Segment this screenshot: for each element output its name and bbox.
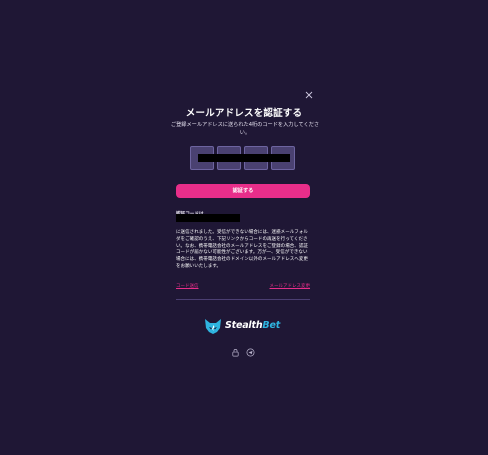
telegram-icon[interactable]: [246, 348, 255, 357]
modal-subtitle: ご登録メールアドレスに送られた4桁のコードを入力してください。: [170, 122, 320, 136]
fox-head-icon: [205, 319, 221, 334]
brand-name-part2: Bet: [262, 320, 281, 331]
close-icon: [305, 91, 313, 99]
verify-email-modal: メールアドレスを認証する ご登録メールアドレスに送られた4桁のコードを入力してく…: [168, 90, 320, 370]
brand-name: StealthBet: [225, 320, 280, 331]
verify-button[interactable]: 認証する: [176, 184, 310, 198]
code-input-group: [190, 146, 298, 170]
close-button[interactable]: [304, 90, 314, 100]
lock-icon[interactable]: [231, 348, 240, 357]
notice-text: に送信されました。受信ができない場合には、迷惑メールフォルダをご確認のうえ、下記…: [176, 230, 308, 269]
divider: [176, 299, 310, 300]
redacted-email: [176, 214, 240, 222]
brand-name-part1: Stealth: [225, 320, 263, 331]
modal-title: メールアドレスを認証する: [185, 108, 303, 119]
brand-logo: StealthBet: [204, 317, 286, 335]
resend-code-link[interactable]: コード送信: [176, 283, 199, 289]
change-email-link[interactable]: メールアドレス変更: [270, 283, 311, 289]
footer-icons: [231, 348, 257, 358]
redacted-code: [198, 154, 290, 162]
